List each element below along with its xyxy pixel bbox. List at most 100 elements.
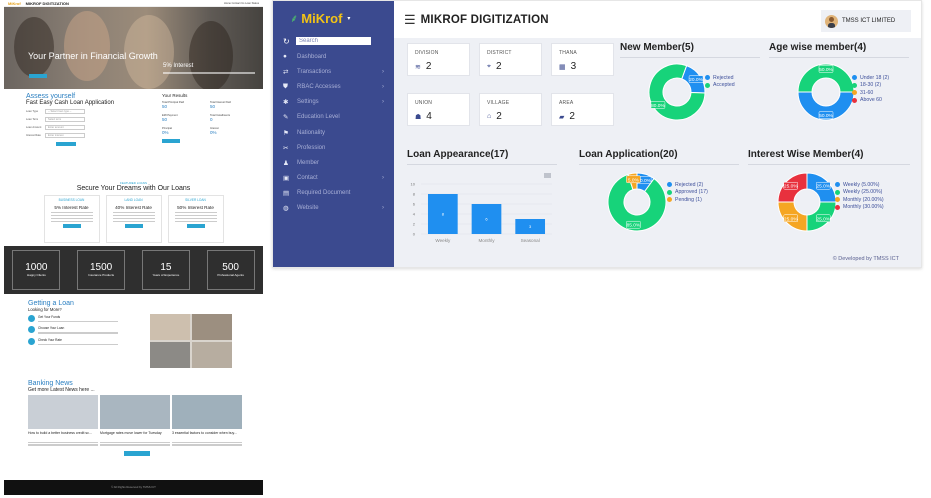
legend-item[interactable]: Accepted: [705, 82, 735, 90]
loan-card-apply-button[interactable]: [186, 224, 205, 229]
form-field[interactable]: Enter amount: [45, 125, 85, 130]
loan-card-apply-button[interactable]: [124, 224, 143, 229]
developer-credit: © Developed by TMSS ICT: [832, 256, 899, 262]
calculate-button[interactable]: [56, 142, 76, 146]
brand-dropdown-icon[interactable]: ▾: [347, 15, 350, 22]
legend-item[interactable]: 18-30 (2): [852, 82, 889, 90]
tile-division[interactable]: DIVISION ≋ 2: [407, 43, 470, 76]
legend-item[interactable]: Above 60: [852, 97, 889, 105]
donut-chart: 25.0% 25.0% 25.0% 25.0%: [777, 172, 837, 237]
stats-band: 1000 Happy Clients 1500 Insurance Products 1…: [4, 246, 263, 294]
result-item: Interest 0%: [210, 127, 252, 135]
donut-chart: 10.0% 85.0% 5.0%: [607, 172, 667, 237]
hero-button[interactable]: [29, 74, 47, 78]
legend-swatch: [705, 75, 710, 81]
form-label: Loan Amount: [26, 126, 42, 129]
news-title-text[interactable]: How to build a better business credit sc…: [28, 431, 98, 440]
loan-card-apply-button[interactable]: [62, 224, 81, 229]
getting-title: Getting a Loan: [28, 300, 74, 307]
tile-area[interactable]: AREA ▰ 2: [551, 93, 614, 126]
form-field[interactable]: Enter interest: [45, 133, 85, 138]
sidebar-item-contact[interactable]: ▣ Contact ›: [273, 171, 394, 186]
pie-label: 25.0%: [816, 216, 830, 222]
chart-menu-icon[interactable]: [544, 173, 551, 178]
chevron-right-icon: ›: [382, 175, 384, 182]
legend-label: Rejected (2): [675, 181, 704, 188]
sidebar-item-website[interactable]: ◍ Website ›: [273, 201, 394, 216]
tile-value-row: ☗ 4: [415, 111, 463, 122]
apply-now-button[interactable]: [162, 139, 180, 143]
tile-union[interactable]: UNION ☗ 4: [407, 93, 470, 126]
legend-item[interactable]: Monthly (30.00%): [835, 204, 884, 212]
sidebar-item-required-document[interactable]: ▤ Required Document: [273, 186, 394, 201]
news-title-text[interactable]: Mortgage rates move lower for Tuesday: [100, 431, 170, 440]
loan-card-line: [50, 217, 93, 220]
news-title-text[interactable]: 3 essential factors to consider when buy…: [172, 431, 242, 440]
news-item[interactable]: How to build a better business credit sc…: [28, 395, 98, 447]
landing-topbar: MiKrof MIKROF DIGITIZATION Home Contact …: [4, 0, 263, 7]
getting-loan-image: [150, 314, 232, 368]
landing-logo[interactable]: MiKrof: [8, 1, 21, 6]
refresh-icon[interactable]: ↻: [283, 37, 291, 46]
form-field[interactable]: Select term: [45, 117, 85, 122]
legend-item[interactable]: Rejected (2): [667, 181, 708, 189]
pie-label: 25.0%: [816, 184, 830, 190]
legend-item[interactable]: Approved (17): [667, 189, 708, 197]
sidebar-search: ↻: [273, 35, 394, 47]
stat-box: 1000 Happy Clients: [12, 250, 61, 290]
tile-village[interactable]: VILLAGE ⌂ 2: [479, 93, 542, 126]
user-menu[interactable]: TMSS ICT LIMITED: [821, 10, 911, 32]
landing-hero: Your Partner in Financial Growth 5% Inte…: [4, 7, 263, 89]
legend-label: Weekly (25.00%): [843, 189, 883, 196]
legend-swatch: [705, 82, 710, 88]
legend-label: Under 18 (2): [860, 74, 890, 81]
contact-icon: ▣: [283, 175, 290, 183]
legend-item[interactable]: Monthly (20.00%): [835, 196, 884, 204]
sidebar-item-transactions[interactable]: ⇄ Transactions ›: [273, 64, 394, 79]
tile-district[interactable]: DISTRICT ⌖ 2: [479, 43, 542, 76]
sidebar-item-dashboard[interactable]: ● Dashboard: [273, 49, 394, 64]
legend-swatch: [667, 189, 672, 195]
sidebar-item-education-level[interactable]: ✎ Education Level: [273, 110, 394, 125]
sidebar-item-rbac-accesses[interactable]: ⛊ RBAC Accesses ›: [273, 79, 394, 94]
stat-number: 500: [222, 262, 239, 273]
tile-thana[interactable]: THANA ▦ 3: [551, 43, 614, 76]
form-field[interactable]: -- Select loan type --: [45, 109, 85, 114]
sidebar-brand[interactable]: ⸙ MiKrof ▾: [273, 1, 394, 35]
legend-item[interactable]: Under 18 (2): [852, 74, 889, 82]
view-more-news-button[interactable]: [124, 451, 150, 457]
sidebar-item-label: Contact: [297, 175, 318, 182]
search-input[interactable]: [296, 37, 371, 45]
loan-step-title: Get Your Funds: [38, 315, 61, 319]
sidebar-item-member[interactable]: ♟ Member: [273, 155, 394, 170]
stat-label: Years of Experience: [152, 273, 180, 277]
tile-value-row: ▰ 2: [559, 111, 607, 122]
sidebar-item-label: RBAC Accesses: [297, 83, 341, 90]
pie-label: 85.0%: [627, 223, 641, 229]
landing-top-links[interactable]: Home Contact Us Loan Status: [224, 2, 259, 5]
legend-item[interactable]: Weekly (25.00%): [835, 189, 884, 197]
sidebar-item-settings[interactable]: ✱ Settings ›: [273, 95, 394, 110]
news-item[interactable]: Mortgage rates move lower for Tuesday: [100, 395, 170, 447]
donut-svg: 20.0% 80.0%: [648, 63, 706, 121]
x-tick-label: Monthly: [478, 238, 495, 243]
loan-card-line: [112, 220, 155, 223]
chevron-right-icon: ›: [382, 99, 384, 106]
legend-item[interactable]: Rejected: [705, 74, 735, 82]
loan-step-desc: [38, 343, 118, 346]
news-text-line: [100, 444, 170, 446]
legend-item[interactable]: Weekly (5.00%): [835, 181, 884, 189]
loan-step-title: Choose Your Loan: [38, 326, 65, 331]
donut-svg: 25.0% 25.0% 25.0% 25.0%: [777, 172, 837, 232]
sidebar-item-profession[interactable]: ✂ Profession: [273, 140, 394, 155]
bar-chart: 0 2 4 6 8 10 8 Weekly 6 Monthly 3 Seasonal: [407, 170, 562, 251]
sidebar-item-nationality[interactable]: ⚑ Nationality: [273, 125, 394, 140]
legend-item[interactable]: Pending (1): [667, 196, 708, 204]
people-icon: ☗: [415, 113, 422, 121]
legend-swatch: [852, 82, 857, 88]
news-text-line: [172, 444, 242, 446]
menu-icon[interactable]: ☰: [404, 12, 416, 28]
avatar[interactable]: [825, 14, 838, 28]
news-item[interactable]: 3 essential factors to consider when buy…: [172, 395, 242, 447]
legend-item[interactable]: 31-60: [852, 89, 889, 97]
